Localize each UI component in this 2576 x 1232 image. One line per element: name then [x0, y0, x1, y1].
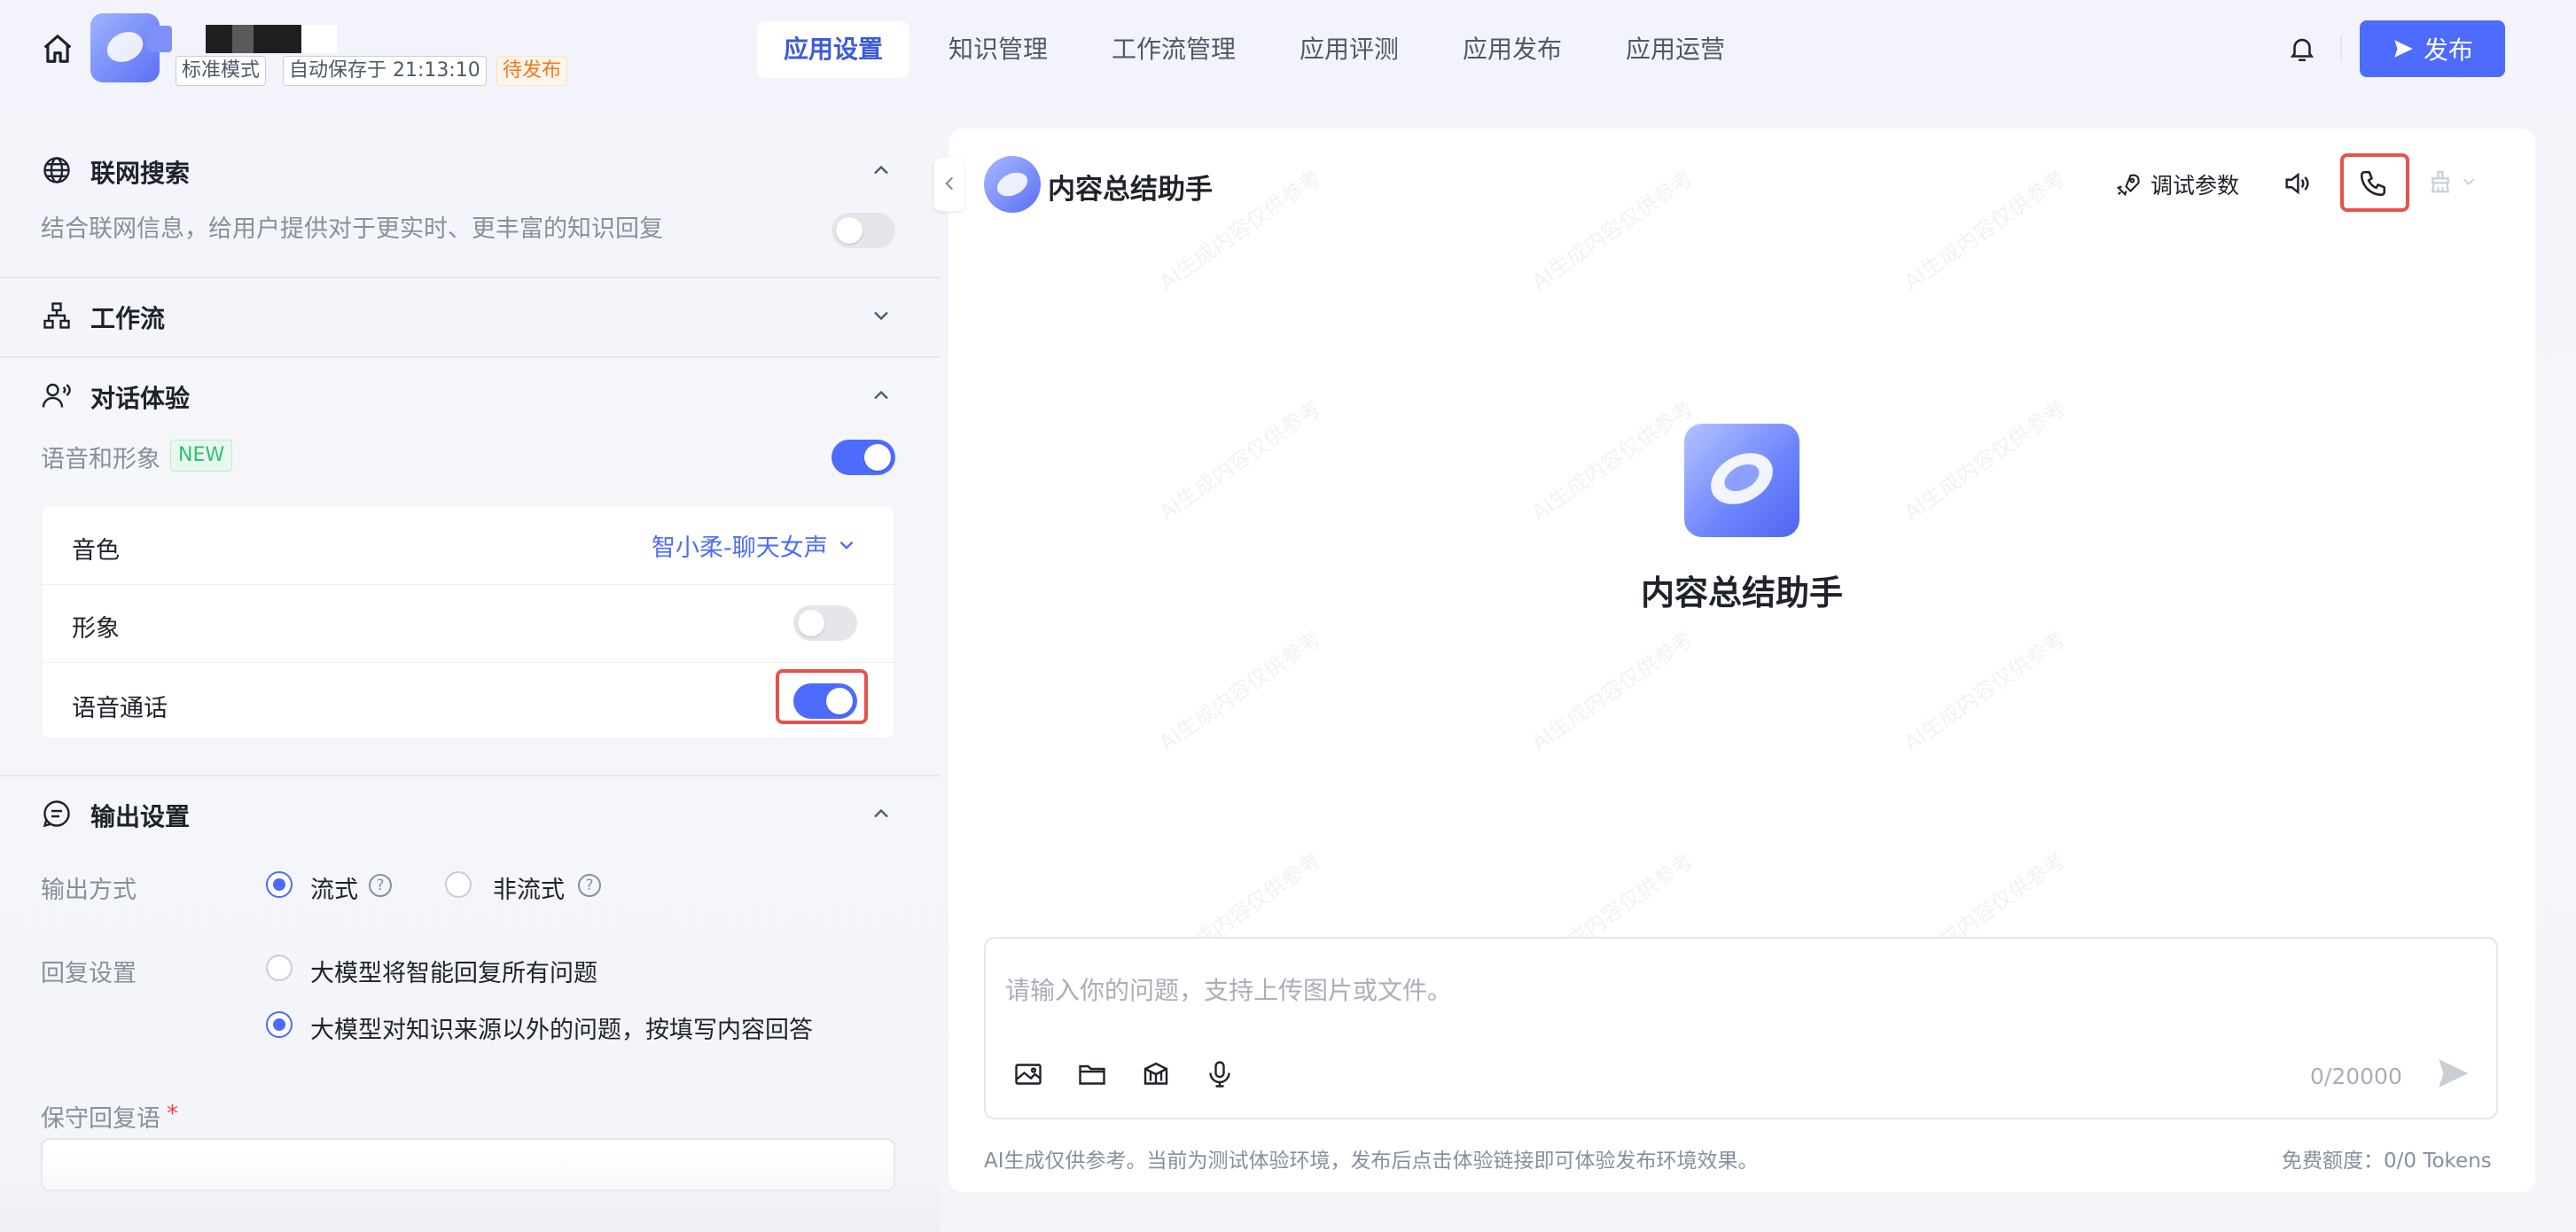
folder-icon[interactable] [1076, 1058, 1108, 1090]
voice-value: 智小柔-聊天女声 [652, 534, 828, 562]
section-divider [0, 356, 940, 358]
chevron-down-icon[interactable] [869, 303, 894, 328]
publish-button[interactable]: 发布 [2360, 20, 2505, 77]
bottom-fade [0, 1152, 940, 1232]
voice-settings-card: 音色 智小柔-聊天女声 形象 语音通话 [41, 505, 896, 739]
reply-all-radio[interactable] [266, 955, 293, 981]
top-bar: 标准模式 自动保存于 21:13:10 待发布 应用设置 知识管理 工作流管理 … [0, 0, 2576, 99]
chat-input-box [984, 937, 2498, 1119]
help-icon[interactable]: ? [578, 874, 601, 897]
assistant-avatar [984, 156, 1041, 213]
voice-select[interactable]: 智小柔-聊天女声 [652, 526, 858, 565]
fallback-label: 保守回复语 [41, 1105, 160, 1133]
required-mark: * [167, 1101, 178, 1127]
row-divider [42, 662, 896, 663]
collapse-panel-button[interactable] [934, 158, 964, 211]
row-divider [42, 584, 896, 585]
output-mode-label: 输出方式 [41, 877, 137, 904]
share-dropdown[interactable] [2427, 168, 2478, 195]
chevron-down-icon [835, 534, 858, 557]
chevron-left-icon [938, 172, 961, 195]
tab-publish[interactable]: 应用发布 [1436, 21, 1589, 78]
tab-operations[interactable]: 应用运营 [1599, 21, 1752, 78]
app-name-redacted [206, 25, 301, 53]
non-stream-option[interactable]: 非流式 [493, 870, 565, 905]
assistant-name: 内容总结助手 [1048, 174, 1213, 206]
workflow-icon [41, 300, 73, 331]
settings-panel: 联网搜索 结合联网信息，给用户提供对于更实时、更丰富的知识回复 工作流 对话体验… [0, 131, 940, 1232]
phone-icon[interactable] [2358, 168, 2388, 199]
send-icon [2392, 37, 2415, 60]
web-search-toggle[interactable] [831, 213, 895, 248]
voice-label: 音色 [72, 537, 120, 565]
message-icon [41, 798, 73, 830]
chat-input[interactable]: 请输入你的问题，支持上传图片或文件。 [1005, 971, 1452, 1007]
workflow-title: 工作流 [90, 304, 166, 333]
rocket-icon [2115, 171, 2142, 198]
speaker-icon[interactable] [2282, 168, 2312, 199]
app-name-redaction-part [301, 25, 337, 53]
section-divider [0, 775, 940, 776]
tab-evaluation[interactable]: 应用评测 [1273, 21, 1425, 78]
disclaimer: AI生成仅供参考。当前为测试体验环境，发布后点击体验链接即可体验发布环境效果。 [984, 1150, 1759, 1173]
bell-icon[interactable] [2287, 34, 2317, 64]
center-assistant-name: 内容总结助手 [1640, 573, 1843, 612]
clean-icon [2427, 168, 2454, 195]
app-name-redaction-part [232, 25, 254, 53]
tab-workflow[interactable]: 工作流管理 [1085, 21, 1262, 78]
chevron-down-icon [2459, 172, 2478, 191]
reply-all-option[interactable]: 大模型将智能回复所有问题 [310, 954, 597, 988]
voice-avatar-toggle[interactable] [831, 440, 895, 475]
avatar-toggle[interactable] [793, 605, 857, 641]
reply-setting-label: 回复设置 [41, 960, 137, 987]
image-upload-icon[interactable] [1012, 1058, 1044, 1090]
user-voice-icon [41, 379, 73, 411]
toolbox-icon[interactable] [1140, 1058, 1172, 1090]
dialog-title: 对话体验 [90, 384, 191, 413]
char-count: 0/20000 [2310, 1064, 2402, 1089]
app-avatar [90, 13, 172, 86]
tab-knowledge[interactable]: 知识管理 [922, 21, 1074, 78]
mode-tag: 标准模式 [176, 56, 267, 86]
microphone-icon[interactable] [1204, 1058, 1236, 1090]
publish-label: 发布 [2423, 35, 2473, 65]
section-divider [0, 277, 940, 278]
voice-call-label: 语音通话 [72, 695, 168, 722]
reply-custom-option[interactable]: 大模型对知识来源以外的问题，按填写内容回答 [310, 1010, 813, 1045]
new-badge: NEW [170, 440, 233, 472]
tab-app-settings[interactable]: 应用设置 [757, 21, 910, 78]
help-icon[interactable]: ? [369, 874, 392, 897]
non-stream-radio[interactable] [445, 871, 472, 898]
stream-option[interactable]: 流式 [310, 870, 358, 905]
chevron-up-icon[interactable] [869, 383, 894, 408]
avatar-label: 形象 [72, 615, 120, 643]
debug-params-button[interactable]: 调试参数 [2115, 165, 2239, 204]
chevron-up-icon[interactable] [869, 801, 894, 826]
debug-params-label: 调试参数 [2151, 173, 2240, 199]
globe-icon [41, 154, 73, 186]
voice-avatar-label: 语音和形象 [41, 446, 160, 473]
reply-custom-radio[interactable] [266, 1011, 293, 1038]
output-title: 输出设置 [90, 802, 191, 831]
home-icon[interactable] [41, 32, 74, 66]
autosave-tag: 自动保存于 21:13:10 [283, 56, 487, 86]
voice-call-highlight [776, 669, 868, 724]
stream-radio[interactable] [266, 871, 293, 898]
status-badge: 待发布 [496, 56, 568, 86]
web-search-title: 联网搜索 [90, 159, 191, 188]
assistant-logo [1684, 424, 1799, 537]
send-icon[interactable] [2434, 1055, 2471, 1092]
chevron-up-icon[interactable] [869, 158, 894, 183]
header-divider [2340, 35, 2342, 62]
token-quota: 免费额度：0/0 Tokens [2282, 1150, 2492, 1173]
web-search-desc: 结合联网信息，给用户提供对于更实时、更丰富的知识回复 [41, 215, 663, 243]
